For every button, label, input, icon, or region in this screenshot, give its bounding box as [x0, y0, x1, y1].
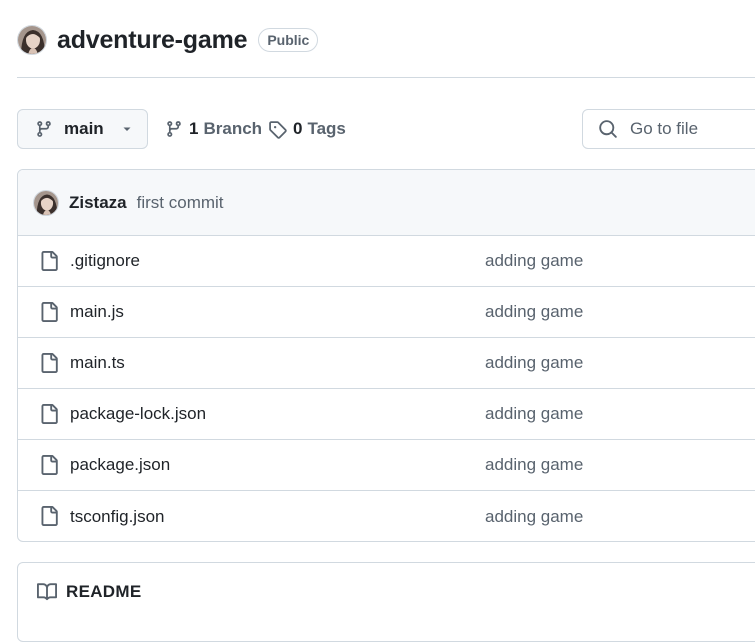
go-to-file-input[interactable] [628, 118, 755, 140]
branches-link[interactable]: 1 Branch [165, 117, 262, 141]
latest-commit-bar: Zistaza first commit [18, 170, 755, 236]
branch-select-button[interactable]: main [17, 109, 148, 149]
file-commit-message[interactable]: adding game [485, 404, 583, 424]
readme-panel: README [17, 562, 755, 642]
triangle-down-icon [121, 123, 133, 135]
file-row[interactable]: .gitignore adding game [18, 236, 755, 287]
search-icon [598, 119, 618, 139]
file-icon [39, 353, 59, 373]
visibility-badge: Public [258, 28, 319, 52]
file-icon [39, 251, 59, 271]
commit-message[interactable]: first commit [137, 193, 224, 213]
file-row[interactable]: main.ts adding game [18, 338, 755, 389]
file-row[interactable]: package-lock.json adding game [18, 389, 755, 440]
file-commit-message[interactable]: adding game [485, 302, 583, 322]
file-icon [39, 302, 59, 322]
header-divider [17, 77, 755, 78]
branch-name: main [64, 119, 104, 138]
branch-label: Branch [203, 119, 263, 138]
file-name[interactable]: .gitignore [70, 251, 140, 271]
readme-tab[interactable]: README [37, 582, 141, 602]
branch-count: 1 [189, 119, 199, 138]
file-icon [39, 404, 59, 424]
go-to-file-search[interactable] [582, 109, 755, 149]
file-icon [39, 506, 59, 526]
file-commit-message[interactable]: adding game [485, 251, 583, 271]
file-row[interactable]: package.json adding game [18, 440, 755, 491]
file-commit-message[interactable]: adding game [485, 507, 583, 527]
commit-author[interactable]: Zistaza [69, 193, 127, 213]
file-row[interactable]: tsconfig.json adding game [18, 491, 755, 541]
file-commit-message[interactable]: adding game [485, 455, 583, 475]
tags-link[interactable]: 0 Tags [268, 117, 346, 141]
git-branch-icon [35, 120, 53, 138]
commit-author-avatar[interactable] [33, 189, 59, 216]
file-row[interactable]: main.js adding game [18, 287, 755, 338]
tag-count: 0 [293, 119, 303, 138]
file-icon [39, 455, 59, 475]
file-commit-message[interactable]: adding game [485, 353, 583, 373]
owner-avatar[interactable] [17, 25, 47, 55]
book-icon [37, 582, 57, 602]
file-table: Zistaza first commit .gitignore adding g… [17, 169, 755, 542]
repo-header: adventure-game Public [17, 24, 319, 56]
file-name[interactable]: main.js [70, 302, 124, 322]
file-name[interactable]: package.json [70, 455, 170, 475]
file-name[interactable]: main.ts [70, 353, 125, 373]
tag-label: Tags [307, 119, 346, 138]
file-name[interactable]: tsconfig.json [70, 507, 165, 527]
tag-icon [268, 120, 287, 139]
git-branch-icon [165, 120, 183, 138]
repo-name[interactable]: adventure-game [57, 26, 248, 55]
readme-title: README [66, 582, 142, 601]
file-name[interactable]: package-lock.json [70, 404, 206, 424]
